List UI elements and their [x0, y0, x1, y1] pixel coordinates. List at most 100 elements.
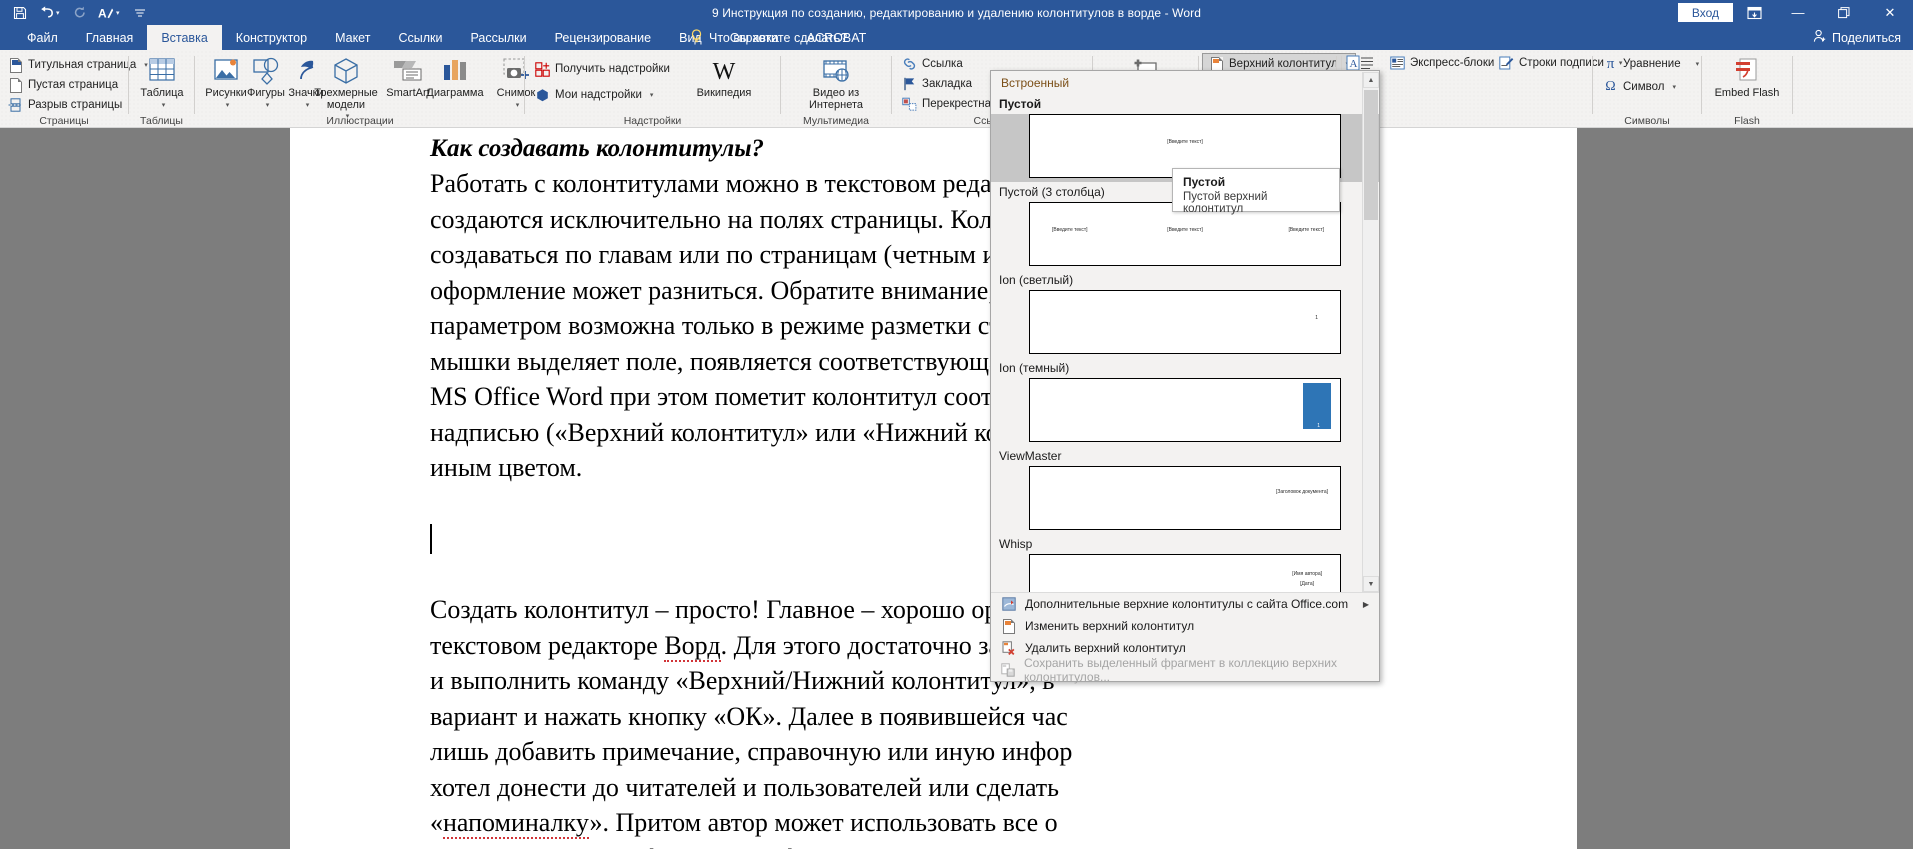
document-line: хотел донести до читателей и пользовател…: [430, 772, 1060, 802]
menu-item-save-selection-to-header-gallery: Сохранить выделенный фрагмент в коллекци…: [991, 656, 1379, 684]
pi-icon: π: [1606, 55, 1615, 72]
chart-button[interactable]: Диаграмма: [423, 54, 487, 100]
3d-models-button[interactable]: Трехмерные модели ▾: [314, 54, 378, 123]
gallery-item-ion-light[interactable]: 1: [991, 290, 1379, 358]
tell-me-label: Что вы хотите сделать?: [709, 30, 848, 45]
spellcheck-word: Ворд: [664, 630, 721, 662]
document-line: вариант и нажать кнопку «ОК». Далее в по…: [430, 701, 1068, 731]
chevron-down-icon: ▾: [161, 101, 166, 109]
document-workspace: Как создавать колонтитулы? Работать с ко…: [0, 128, 1913, 849]
group-label-flash: Flash: [1734, 115, 1760, 127]
table-button[interactable]: Таблица ▾: [133, 54, 191, 111]
ribbon-group-symbols: π Уравнение ▾ Ω Символ ▾ Символы: [1593, 50, 1701, 128]
restore-button[interactable]: [1821, 0, 1867, 25]
edit-header-icon: [1001, 618, 1016, 634]
blank-page-button[interactable]: Пустая страница: [8, 76, 118, 94]
quick-parts-icon: [1390, 56, 1405, 71]
ribbon-group-addins: Получить надстройки Мои надстройки ▾ W В…: [525, 50, 780, 128]
lightbulb-icon: [690, 29, 703, 46]
symbol-button[interactable]: Ω Символ ▾: [1603, 78, 1676, 96]
link-button[interactable]: Ссылка: [902, 55, 963, 73]
thumbnail-placeholder-text: [Имя автора]: [1292, 571, 1322, 577]
cross-reference-icon: [902, 97, 917, 112]
ribbon-display-options-icon[interactable]: [1733, 0, 1775, 25]
chevron-down-icon: ▾: [1695, 61, 1700, 68]
ribbon-group-illustrations: Рисунки ▾ Фигуры ▾ Значки ▾ Трехмерные м…: [195, 50, 535, 128]
thumbnail-placeholder-text: 1: [1315, 315, 1318, 321]
smartart-icon: [392, 54, 424, 88]
chevron-down-icon: ▾: [649, 92, 654, 99]
delete-header-icon: [1001, 641, 1016, 656]
signature-line-icon: [1499, 56, 1514, 71]
my-addins-button[interactable]: Мои надстройки ▾: [535, 86, 653, 104]
thumbnail-placeholder-text: [Введите текст]: [1052, 227, 1088, 233]
gallery-item-ion-dark[interactable]: 1: [991, 378, 1379, 446]
ribbon-group-media: Видео из Интернета Мультимедиа: [781, 50, 891, 128]
gallery-context-menu: Дополнительные верхние колонтитулы с сай…: [991, 592, 1379, 684]
wikipedia-button[interactable]: W Википедия: [693, 54, 755, 100]
tab-insert[interactable]: Вставка: [147, 25, 222, 50]
tab-references[interactable]: Ссылки: [384, 25, 456, 50]
cover-page-icon: [8, 57, 23, 73]
ribbon-group-flash: Embed Flash Flash: [1702, 50, 1792, 128]
group-label-symbols: Символы: [1624, 115, 1670, 127]
online-video-button[interactable]: Видео из Интернета: [803, 54, 869, 111]
menu-item-more-headers-office-com[interactable]: Дополнительные верхние колонтитулы с сай…: [991, 593, 1379, 615]
embed-flash-button[interactable]: Embed Flash: [1714, 54, 1780, 100]
chevron-down-icon: ▾: [1672, 84, 1676, 91]
document-page[interactable]: Как создавать колонтитулы? Работать с ко…: [290, 128, 1577, 849]
gallery-item-viewmaster[interactable]: [Заголовок документа]: [991, 466, 1379, 534]
group-label-addins: Надстройки: [623, 115, 682, 127]
tell-me-box[interactable]: Что вы хотите сделать?: [690, 25, 847, 50]
gallery-item-label-blank: Пустой: [991, 94, 1379, 114]
office-online-icon: [1001, 597, 1016, 612]
ribbon-group-pages: Титульная страница ▾ Пустая страница Раз…: [0, 50, 148, 128]
thumbnail-placeholder-text: 1: [1317, 423, 1320, 429]
scroll-up-icon[interactable]: ▲: [1363, 72, 1379, 88]
gallery-item-label-ion-light: Ion (светлый): [991, 270, 1379, 290]
link-icon: [902, 57, 917, 72]
get-addins-icon: [535, 61, 550, 77]
gallery-item-label-ion-dark: Ion (темный): [991, 358, 1379, 378]
tab-mailings[interactable]: Рассылки: [456, 25, 540, 50]
gallery-item-label-whisp: Whisp: [991, 534, 1379, 554]
get-addins-button[interactable]: Получить надстройки: [535, 60, 670, 78]
gallery-thumbnail: [Заголовок документа]: [1029, 466, 1341, 530]
menu-item-edit-header[interactable]: Изменить верхний колонтитул: [991, 615, 1379, 637]
minimize-button[interactable]: —: [1775, 0, 1821, 25]
tab-file[interactable]: Файл: [13, 25, 72, 50]
gallery-item-whisp[interactable]: [Заголовок документа] [Имя автора] [Дата…: [991, 554, 1379, 593]
thumbnail-placeholder-text: [Заголовок документа]: [1275, 489, 1328, 495]
gallery-scrollbar[interactable]: ▲ ▼: [1362, 72, 1379, 592]
page-break-button[interactable]: Разрыв страницы: [8, 96, 122, 114]
tab-design[interactable]: Конструктор: [222, 25, 321, 50]
svg-text:W: W: [713, 59, 736, 85]
page-break-icon: [8, 98, 23, 113]
scrollbar-thumb[interactable]: [1364, 90, 1378, 220]
group-label-tables: Таблицы: [140, 115, 183, 127]
blank-page-icon: [8, 77, 23, 93]
gallery-thumbnail: [Заголовок документа] [Имя автора] [Дата…: [1029, 554, 1341, 593]
tab-home[interactable]: Главная: [72, 25, 148, 50]
wikipedia-icon: W: [706, 54, 742, 88]
bookmark-button[interactable]: Закладка: [902, 75, 972, 93]
table-icon: [147, 54, 177, 88]
equation-button[interactable]: π Уравнение ▾: [1603, 55, 1699, 73]
document-line: лишь добавить примечание, справочную или…: [430, 737, 1073, 766]
scroll-down-icon[interactable]: ▼: [1363, 576, 1379, 592]
word-window: ▾ A ▾ 9 Инструкция по созданию, редактир…: [0, 0, 1913, 849]
cover-page-button[interactable]: Титульная страница ▾: [8, 56, 148, 74]
tab-layout[interactable]: Макет: [321, 25, 384, 50]
close-button[interactable]: ✕: [1867, 0, 1913, 25]
quick-parts-button[interactable]: Экспресс-блоки ▾: [1390, 54, 1506, 72]
sign-in-button[interactable]: Вход: [1677, 3, 1733, 22]
ribbon-group-tables: Таблица ▾ Таблицы: [129, 50, 194, 128]
ribbon-tab-bar: Файл Главная Вставка Конструктор Макет С…: [0, 25, 1913, 50]
gallery-scroll-area[interactable]: Встроенный Пустой [Введите текст] Пустой…: [991, 71, 1379, 593]
window-title: 9 Инструкция по созданию, редактированию…: [711, 5, 1201, 20]
document-line: инструменты при оформлении, форматирован…: [430, 841, 1470, 849]
my-addins-icon: [535, 88, 550, 103]
share-button[interactable]: Поделиться: [1813, 25, 1901, 50]
tab-review[interactable]: Рецензирование: [541, 25, 666, 50]
chart-icon: [440, 54, 470, 88]
